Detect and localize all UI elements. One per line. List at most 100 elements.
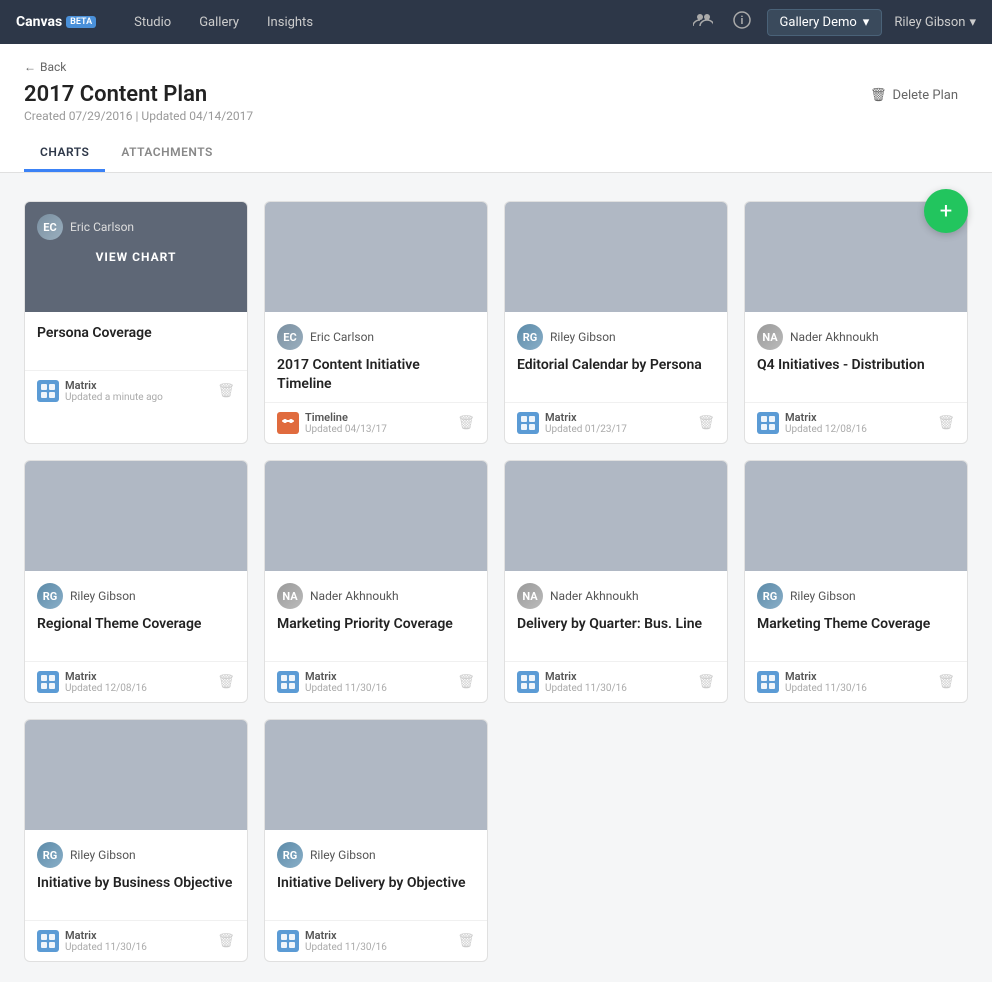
back-button[interactable]: ← Back	[24, 60, 968, 74]
add-chart-button[interactable]: +	[924, 189, 968, 233]
chevron-down-icon: ▾	[863, 15, 870, 30]
card-preview	[745, 461, 967, 571]
chart-type-label: Matrix	[545, 670, 627, 683]
user-menu[interactable]: Riley Gibson ▾	[894, 15, 976, 30]
card-author: RG Riley Gibson	[37, 842, 235, 868]
chart-type-label: Matrix	[785, 411, 867, 424]
chart-card[interactable]: RG Riley Gibson Initiative by Business O…	[24, 719, 248, 962]
card-title: Initiative by Business Objective	[37, 874, 235, 912]
delete-card-icon[interactable]: 🗑	[937, 415, 955, 431]
card-footer: Matrix Updated a minute ago 🗑	[25, 370, 247, 411]
chart-updated: Updated 12/08/16	[785, 424, 867, 435]
chart-card[interactable]: ECEric CarlsonVIEW CHARTPersona Coverage…	[24, 201, 248, 444]
nav-gallery[interactable]: Gallery	[185, 0, 253, 44]
delete-card-icon[interactable]: 🗑	[937, 674, 955, 690]
card-title: Marketing Priority Coverage	[277, 615, 475, 653]
delete-card-icon[interactable]: 🗑	[697, 415, 715, 431]
chart-card[interactable]: RG Riley Gibson Initiative Delivery by O…	[264, 719, 488, 962]
chart-type-label: Matrix	[785, 670, 867, 683]
card-footer: Matrix Updated 11/30/16 🗑	[505, 661, 727, 702]
avatar: RG	[517, 324, 543, 350]
card-preview	[265, 461, 487, 571]
card-title: Editorial Calendar by Persona	[517, 356, 715, 394]
back-arrow-icon: ←	[24, 60, 36, 74]
card-preview	[505, 461, 727, 571]
brand-logo[interactable]: Canvas BETA	[16, 14, 96, 30]
tab-bar: CHARTS ATTACHMENTS	[24, 135, 968, 172]
avatar: RG	[757, 583, 783, 609]
card-footer-left: Matrix Updated 11/30/16	[517, 670, 627, 694]
brand-name: Canvas	[16, 14, 62, 30]
author-name: Riley Gibson	[70, 589, 136, 603]
card-preview	[265, 202, 487, 312]
card-preview	[25, 720, 247, 830]
chart-card[interactable]: EC Eric Carlson 2017 Content Initiative …	[264, 201, 488, 444]
info-icon[interactable]: i	[729, 7, 755, 37]
delete-card-icon[interactable]: 🗑	[697, 674, 715, 690]
card-title: Initiative Delivery by Objective	[277, 874, 475, 912]
card-footer-left: Matrix Updated a minute ago	[37, 379, 163, 403]
card-body: RG Riley Gibson Initiative by Business O…	[25, 830, 247, 912]
card-footer-left: Matrix Updated 01/23/17	[517, 411, 627, 435]
content-area: + ECEric CarlsonVIEW CHARTPersona Covera…	[0, 173, 992, 982]
card-footer: Matrix Updated 01/23/17 🗑	[505, 402, 727, 443]
card-footer-left: Matrix Updated 11/30/16	[37, 929, 147, 953]
chart-type-icon	[37, 671, 59, 693]
card-body: EC Eric Carlson 2017 Content Initiative …	[265, 312, 487, 394]
card-author: NA Nader Akhnoukh	[517, 583, 715, 609]
chart-type-icon	[37, 380, 59, 402]
card-body: RG Riley Gibson Editorial Calendar by Pe…	[505, 312, 727, 394]
chart-card[interactable]: RG Riley Gibson Editorial Calendar by Pe…	[504, 201, 728, 444]
trash-icon: 🗑	[870, 88, 887, 103]
card-body: RG Riley Gibson Regional Theme Coverage	[25, 571, 247, 653]
chart-type-icon	[757, 412, 779, 434]
charts-grid: ECEric CarlsonVIEW CHARTPersona Coverage…	[24, 201, 968, 962]
card-title: Delivery by Quarter: Bus. Line	[517, 615, 715, 653]
card-author: EC Eric Carlson	[277, 324, 475, 350]
chart-type-icon	[517, 412, 539, 434]
tab-charts[interactable]: CHARTS	[24, 135, 105, 172]
chart-card[interactable]: NA Nader Akhnoukh Delivery by Quarter: B…	[504, 460, 728, 703]
card-preview	[265, 720, 487, 830]
card-footer-left: Matrix Updated 11/30/16	[277, 929, 387, 953]
users-icon[interactable]	[689, 8, 717, 36]
chart-type-label: Matrix	[65, 379, 163, 392]
card-author: RG Riley Gibson	[757, 583, 955, 609]
card-footer-left: Matrix Updated 12/08/16	[757, 411, 867, 435]
author-name: Nader Akhnoukh	[310, 589, 399, 603]
card-footer: Matrix Updated 11/30/16 🗑	[265, 661, 487, 702]
author-name: Riley Gibson	[790, 589, 856, 603]
beta-badge: BETA	[66, 16, 96, 28]
nav-studio[interactable]: Studio	[120, 0, 185, 44]
chart-card[interactable]: NA Nader Akhnoukh Marketing Priority Cov…	[264, 460, 488, 703]
avatar: RG	[37, 583, 63, 609]
chart-type-icon	[757, 671, 779, 693]
author-name: Nader Akhnoukh	[790, 330, 879, 344]
delete-card-icon[interactable]: 🗑	[217, 383, 235, 399]
chart-card[interactable]: NA Nader Akhnoukh Q4 Initiatives - Distr…	[744, 201, 968, 444]
delete-card-icon[interactable]: 🗑	[457, 415, 475, 431]
page-title: 2017 Content Plan	[24, 82, 253, 107]
delete-card-icon[interactable]: 🗑	[217, 674, 235, 690]
avatar: RG	[37, 842, 63, 868]
card-footer: Matrix Updated 11/30/16 🗑	[745, 661, 967, 702]
chart-type-label: Matrix	[65, 929, 147, 942]
delete-card-icon[interactable]: 🗑	[457, 933, 475, 949]
delete-card-icon[interactable]: 🗑	[217, 933, 235, 949]
chart-card[interactable]: RG Riley Gibson Marketing Theme Coverage…	[744, 460, 968, 703]
chart-type-label: Matrix	[65, 670, 147, 683]
delete-plan-button[interactable]: 🗑 Delete Plan	[860, 82, 968, 109]
chart-card[interactable]: RG Riley Gibson Regional Theme Coverage …	[24, 460, 248, 703]
card-footer-left: Matrix Updated 11/30/16	[757, 670, 867, 694]
gallery-demo-selector[interactable]: Gallery Demo ▾	[767, 9, 883, 36]
chart-type-label: Timeline	[305, 411, 387, 424]
card-footer-left: Matrix Updated 11/30/16	[277, 670, 387, 694]
tab-attachments[interactable]: ATTACHMENTS	[105, 135, 229, 172]
nav-insights[interactable]: Insights	[253, 0, 327, 44]
card-footer: Matrix Updated 11/30/16 🗑	[265, 920, 487, 961]
card-author: RG Riley Gibson	[277, 842, 475, 868]
delete-card-icon[interactable]: 🗑	[457, 674, 475, 690]
card-author: NA Nader Akhnoukh	[757, 324, 955, 350]
card-title: Regional Theme Coverage	[37, 615, 235, 653]
page-title-row: 2017 Content Plan Created 07/29/2016 | U…	[24, 82, 968, 123]
